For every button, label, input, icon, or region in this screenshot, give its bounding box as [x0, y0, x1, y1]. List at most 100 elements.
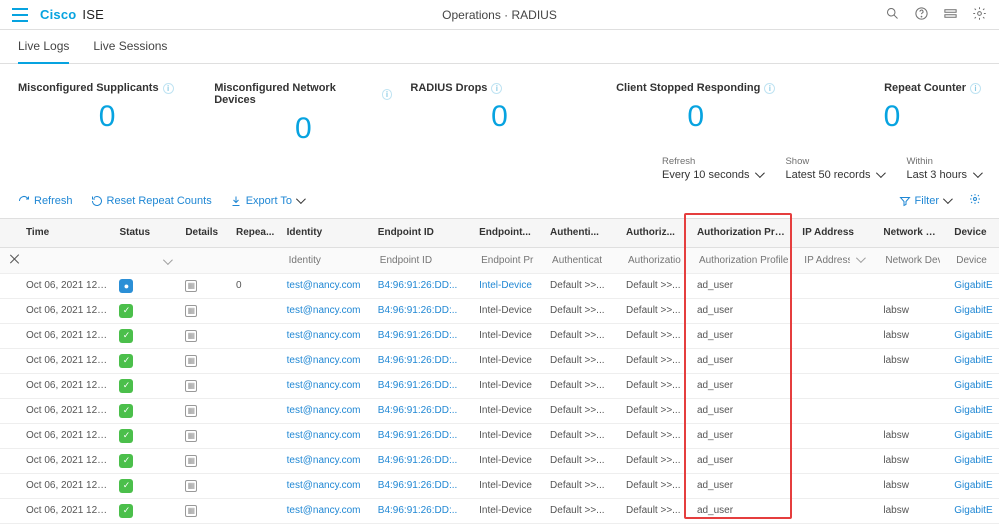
table-row[interactable]: Oct 06, 2021 12:00:52.6..✓▦test@nancy.co… — [0, 498, 999, 523]
cell-device[interactable]: GigabitE — [948, 273, 999, 298]
within-selector[interactable]: Within Last 3 hours — [906, 156, 981, 181]
endpoint-profile-filter[interactable] — [479, 254, 538, 267]
cell-identity[interactable]: test@nancy.com — [281, 323, 372, 348]
ip-filter-dropdown[interactable] — [802, 254, 864, 267]
cell-identity[interactable]: test@nancy.com — [281, 448, 372, 473]
help-icon[interactable] — [914, 6, 929, 24]
table-row[interactable]: Oct 06, 2021 12:30:13.8..●▦0test@nancy.c… — [0, 273, 999, 298]
endpoint-id-filter[interactable] — [378, 254, 467, 267]
info-icon[interactable]: i — [764, 83, 775, 94]
col-details[interactable]: Details — [179, 219, 230, 247]
table-row[interactable]: Oct 06, 2021 12:29:35.8..✓▦test@nancy.co… — [0, 348, 999, 373]
col-endpoint-id[interactable]: Endpoint ID — [372, 219, 473, 247]
cell-device[interactable]: GigabitE — [948, 423, 999, 448]
cell-device[interactable]: GigabitE — [948, 498, 999, 523]
nd-filter[interactable] — [883, 254, 942, 267]
identity-filter[interactable] — [287, 254, 366, 267]
info-icon[interactable]: i — [163, 83, 174, 94]
cell-endpoint-id[interactable]: B4:96:91:26:DD:.. — [372, 298, 473, 323]
table-row[interactable]: Oct 06, 2021 12:01:09.9..✓▦test@nancy.co… — [0, 473, 999, 498]
cell-endpoint-id[interactable]: B4:96:91:26:DD:.. — [372, 448, 473, 473]
col-repeat[interactable]: Repea... — [230, 219, 281, 247]
col-authn[interactable]: Authenti... — [544, 219, 620, 247]
details-icon[interactable]: ▦ — [185, 330, 197, 342]
cell-identity[interactable]: test@nancy.com — [281, 498, 372, 523]
table-row[interactable]: Oct 06, 2021 12:29:51.2..✓▦test@nancy.co… — [0, 323, 999, 348]
table-row[interactable]: Oct 06, 2021 12:28:33.5..✓▦test@nancy.co… — [0, 448, 999, 473]
cell-identity[interactable]: test@nancy.com — [281, 473, 372, 498]
details-icon[interactable]: ▦ — [185, 405, 197, 417]
authz-filter[interactable] — [626, 254, 685, 267]
cell-endpoint-id[interactable]: B4:96:91:26:DD:.. — [372, 373, 473, 398]
cell-endpoint-id[interactable]: B4:96:91:26:DD:.. — [372, 498, 473, 523]
cell-device[interactable]: GigabitE — [948, 348, 999, 373]
cell-device[interactable]: GigabitE — [948, 323, 999, 348]
col-identity[interactable]: Identity — [281, 219, 372, 247]
tab-live-logs[interactable]: Live Logs — [18, 30, 69, 64]
cell-repeat — [230, 398, 281, 423]
info-icon[interactable]: i — [970, 83, 981, 94]
col-network-device[interactable]: Network De... — [877, 219, 948, 247]
details-icon[interactable]: ▦ — [185, 480, 197, 492]
cell-identity[interactable]: test@nancy.com — [281, 273, 372, 298]
details-icon[interactable]: ▦ — [185, 305, 197, 317]
table-row[interactable]: Oct 06, 2021 12:28:46.3..✓▦test@nancy.co… — [0, 423, 999, 448]
cell-endpoint-id[interactable]: B4:96:91:26:DD:.. — [372, 473, 473, 498]
cell-time: Oct 06, 2021 12:29:22.5.. — [0, 373, 113, 398]
cell-identity[interactable]: test@nancy.com — [281, 398, 372, 423]
refresh-button[interactable]: Refresh — [18, 195, 73, 207]
authn-filter[interactable] — [550, 254, 614, 267]
details-icon[interactable]: ▦ — [185, 280, 197, 292]
gear-icon[interactable] — [969, 193, 981, 208]
cell-endpoint-id[interactable]: B4:96:91:26:DD:.. — [372, 398, 473, 423]
col-device[interactable]: Device — [948, 219, 999, 247]
col-ip[interactable]: IP Address — [796, 219, 877, 247]
col-time[interactable]: Time — [0, 219, 113, 247]
info-icon[interactable]: i — [491, 83, 502, 94]
cell-endpoint-id[interactable]: B4:96:91:26:DD:.. — [372, 273, 473, 298]
cell-device[interactable]: GigabitE — [948, 298, 999, 323]
status-filter-dropdown[interactable] — [119, 258, 171, 266]
refresh-label: Refresh — [34, 195, 73, 207]
cell-device[interactable]: GigabitE — [948, 373, 999, 398]
ip-filter[interactable] — [802, 254, 852, 267]
cell-status: ✓ — [113, 348, 179, 373]
details-icon[interactable]: ▦ — [185, 455, 197, 467]
dev-filter[interactable] — [954, 254, 993, 267]
details-icon[interactable]: ▦ — [185, 355, 197, 367]
col-status[interactable]: Status — [113, 219, 179, 247]
table-row[interactable]: Oct 06, 2021 12:30:13.8..✓▦test@nancy.co… — [0, 298, 999, 323]
table-row[interactable]: Oct 06, 2021 12:28:58.5..✓▦test@nancy.co… — [0, 398, 999, 423]
export-button[interactable]: Export To — [230, 195, 304, 207]
gear-icon[interactable] — [972, 6, 987, 24]
search-icon[interactable] — [885, 6, 900, 24]
tasks-icon[interactable] — [943, 6, 958, 24]
details-icon[interactable]: ▦ — [185, 430, 197, 442]
show-selector[interactable]: Show Latest 50 records — [785, 156, 884, 181]
cell-identity[interactable]: test@nancy.com — [281, 423, 372, 448]
col-authz[interactable]: Authoriz... — [620, 219, 691, 247]
col-endpoint-profile[interactable]: Endpoint... — [473, 219, 544, 247]
reset-repeat-button[interactable]: Reset Repeat Counts — [91, 195, 212, 207]
col-authp[interactable]: Authorization Profiles — [691, 219, 796, 247]
details-icon[interactable]: ▦ — [185, 505, 197, 517]
table-row[interactable]: Oct 06, 2021 12:29:22.5..✓▦test@nancy.co… — [0, 373, 999, 398]
cell-endpoint-id[interactable]: B4:96:91:26:DD:.. — [372, 323, 473, 348]
close-icon[interactable] — [10, 254, 20, 264]
refresh-selector[interactable]: Refresh Every 10 seconds — [662, 156, 763, 181]
details-icon[interactable]: ▦ — [185, 380, 197, 392]
cell-device[interactable]: GigabitE — [948, 398, 999, 423]
filter-button[interactable]: Filter — [899, 195, 951, 207]
cell-device[interactable]: GigabitE — [948, 473, 999, 498]
tab-live-sessions[interactable]: Live Sessions — [93, 30, 167, 64]
cell-endpoint-id[interactable]: B4:96:91:26:DD:.. — [372, 423, 473, 448]
cell-device[interactable]: GigabitE — [948, 448, 999, 473]
menu-icon[interactable] — [12, 8, 28, 22]
cell-identity[interactable]: test@nancy.com — [281, 373, 372, 398]
cell-identity[interactable]: test@nancy.com — [281, 348, 372, 373]
cell-endpoint-id[interactable]: B4:96:91:26:DD:.. — [372, 348, 473, 373]
cell-identity[interactable]: test@nancy.com — [281, 298, 372, 323]
authp-filter[interactable] — [697, 254, 790, 267]
info-icon[interactable]: i — [382, 89, 393, 100]
endpoint-profile-link[interactable]: Intel-Device — [479, 280, 532, 291]
